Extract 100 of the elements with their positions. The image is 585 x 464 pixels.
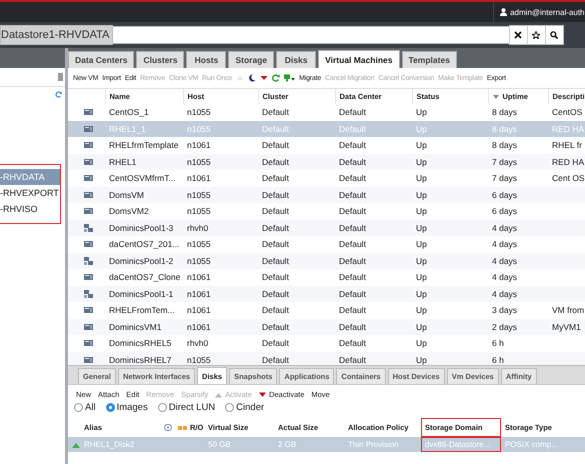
table-cell: Up bbox=[412, 220, 488, 236]
table-cell: Default bbox=[335, 104, 412, 120]
table-cell: n1061 bbox=[183, 302, 258, 318]
clear-icon bbox=[514, 31, 522, 39]
table-cell: DominicsPool1-3 bbox=[105, 220, 183, 236]
radio-button[interactable] bbox=[106, 403, 115, 412]
up-triangle-icon bbox=[215, 392, 222, 398]
table-cell: POSIX comp... bbox=[501, 437, 585, 452]
table-cell: Default bbox=[335, 286, 412, 302]
table-cell: Default bbox=[258, 252, 335, 269]
table-cell: Default bbox=[335, 220, 412, 236]
table-cell: Up bbox=[412, 352, 488, 365]
table-cell: 2 days bbox=[488, 318, 548, 335]
tree-item[interactable]: -RHVISO bbox=[0, 201, 60, 217]
table-cell: n1055 bbox=[183, 120, 258, 137]
table-cell: Default bbox=[258, 318, 335, 335]
table-cell: Default bbox=[335, 318, 412, 335]
table-cell: Default bbox=[258, 120, 335, 137]
table-cell: Default bbox=[335, 269, 412, 286]
table-cell: Up bbox=[412, 203, 488, 220]
user-name[interactable]: admin@internal-auth bbox=[510, 8, 584, 16]
radio-button[interactable] bbox=[158, 403, 167, 412]
table-cell: Default bbox=[258, 352, 335, 365]
table-cell: Thin Provision bbox=[344, 437, 421, 452]
table-cell: n1061 bbox=[183, 286, 258, 302]
table-cell: CentOS bbox=[548, 104, 585, 120]
table-cell: RED HA bbox=[548, 154, 585, 170]
table-cell: 50 GB bbox=[204, 437, 274, 452]
table-cell: 2 GB bbox=[274, 437, 344, 452]
table-cell: Up bbox=[412, 252, 488, 269]
table-cell: 8 days bbox=[488, 137, 548, 154]
table-cell: n1055 bbox=[183, 252, 258, 269]
table-cell: 6 days bbox=[488, 203, 548, 220]
clear-button[interactable] bbox=[508, 25, 528, 45]
tab[interactable]: Virtual Machines bbox=[318, 50, 400, 68]
table-cell: Up bbox=[412, 335, 488, 352]
table-cell: Default bbox=[258, 302, 335, 318]
table-cell: 6 h bbox=[488, 352, 548, 365]
tab[interactable]: Data Centers bbox=[68, 51, 134, 68]
table-cell: n1055 bbox=[183, 236, 258, 252]
disk-icon bbox=[164, 424, 172, 431]
tab[interactable]: Clusters bbox=[136, 51, 184, 68]
table-cell: n1055 bbox=[183, 104, 258, 120]
tab[interactable]: Disks bbox=[276, 51, 316, 68]
table-cell: 4 days bbox=[488, 220, 548, 236]
table-cell: Default bbox=[335, 203, 412, 220]
table-cell: rhvh0 bbox=[183, 220, 258, 236]
table-cell: RHEL1_Disk2 bbox=[80, 437, 160, 452]
monitor-icon[interactable] bbox=[284, 74, 296, 82]
tab[interactable]: Storage bbox=[228, 51, 274, 68]
down-triangle-icon[interactable] bbox=[260, 74, 268, 82]
table-cell: Default bbox=[335, 352, 412, 365]
refresh-icon[interactable] bbox=[55, 91, 62, 98]
table-cell: Default bbox=[335, 335, 412, 352]
table-cell: Default bbox=[335, 137, 412, 154]
table-cell: Default bbox=[335, 302, 412, 318]
search-icon bbox=[550, 31, 558, 39]
table-cell: Up bbox=[412, 154, 488, 170]
table-cell: Up bbox=[412, 137, 488, 154]
table-cell: DominicsPool1-1 bbox=[105, 286, 183, 302]
table-cell: Up bbox=[412, 186, 488, 203]
table-cell: RHEL1_1 bbox=[105, 120, 183, 137]
radio-option[interactable]: Direct LUN bbox=[158, 402, 216, 413]
radio-button[interactable] bbox=[225, 403, 234, 412]
table-cell: dvx86-Datastore... bbox=[421, 437, 501, 452]
table-cell: Up bbox=[412, 170, 488, 186]
tree-item[interactable]: -RHVEXPORT bbox=[0, 185, 60, 201]
search-button[interactable] bbox=[544, 25, 564, 45]
table-cell: MyVM1 bbox=[548, 318, 585, 335]
table-cell: CentOS_1 bbox=[105, 104, 183, 120]
table-cell: RHELFromTem... bbox=[105, 302, 183, 318]
pane-header bbox=[0, 48, 65, 68]
table-cell: Default bbox=[258, 170, 335, 186]
table-cell: 6 h bbox=[488, 335, 548, 352]
radio-option[interactable]: All bbox=[74, 402, 96, 413]
table-cell: 4 days bbox=[488, 236, 548, 252]
moon-icon[interactable] bbox=[248, 74, 256, 82]
table-cell: Up bbox=[412, 104, 488, 120]
table-cell: VM from bbox=[548, 302, 585, 318]
sort-icon[interactable] bbox=[492, 94, 498, 100]
table-cell: Up bbox=[412, 236, 488, 252]
table-cell: RED HA bbox=[548, 120, 585, 137]
tab[interactable]: Templates bbox=[402, 51, 457, 68]
table-cell: DomsVM bbox=[105, 186, 183, 203]
table-cell: RHEL fr bbox=[548, 137, 585, 154]
table-cell: Default bbox=[258, 154, 335, 170]
table-cell: rhvh0 bbox=[183, 335, 258, 352]
bookmark-button[interactable] bbox=[526, 25, 546, 45]
table-cell: n1055 bbox=[183, 203, 258, 220]
tab[interactable]: Hosts bbox=[186, 51, 226, 68]
radio-option[interactable]: Images bbox=[106, 402, 148, 413]
search-prefix: Datastore1-RHVDATA bbox=[0, 25, 114, 45]
search-field[interactable] bbox=[113, 26, 510, 44]
table-cell: CentOSVMfrmT... bbox=[105, 170, 183, 186]
table-cell: Default bbox=[258, 286, 335, 302]
table-cell: n1055 bbox=[183, 154, 258, 170]
table-cell: 4 days bbox=[488, 269, 548, 286]
radio-button[interactable] bbox=[74, 403, 83, 412]
refresh-icon[interactable] bbox=[272, 74, 280, 82]
radio-option[interactable]: Cinder bbox=[225, 402, 264, 413]
